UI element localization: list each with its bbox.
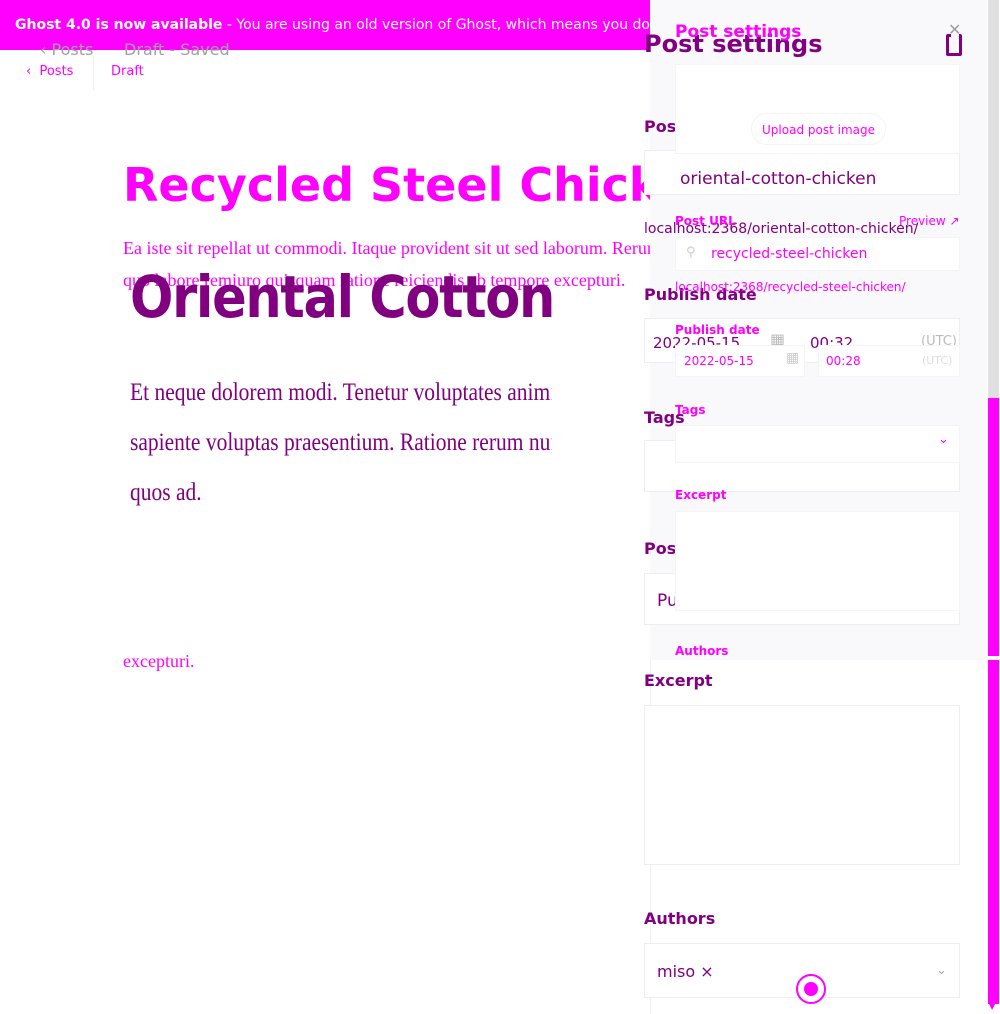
tags-input[interactable] (675, 425, 960, 463)
excerpt-label: Excerpt (644, 671, 713, 690)
scrollbar-thumb[interactable] (988, 398, 999, 656)
excerpt-textarea[interactable] (644, 705, 960, 865)
scroll-down-arrow[interactable]: ▼ (989, 646, 995, 655)
calendar-icon[interactable]: ▦ (786, 350, 799, 366)
post-body-line: Et neque dolorem modi. Tenetur voluptate… (130, 379, 552, 406)
timezone: (UTC) (922, 354, 953, 367)
author-name: miso (657, 962, 696, 981)
scroll-down-arrow[interactable]: ▼ (989, 1002, 995, 1011)
scrollbar-thumb-lower[interactable] (988, 660, 999, 1004)
tags-label: Tags (675, 403, 706, 417)
banner-title: Ghost 4.0 is now available (15, 17, 223, 33)
back-to-posts-link[interactable]: ‹ Posts (26, 64, 73, 79)
chevron-down-icon: ⌄ (936, 963, 947, 978)
settings-title: Post settings (675, 22, 802, 42)
post-url-label: Post URL (675, 214, 736, 228)
scrollbar-track-gray (988, 0, 999, 398)
post-title[interactable]: Oriental Cotton Chicken (130, 263, 561, 331)
upload-image-button[interactable]: Upload post image (751, 113, 886, 145)
chevron-down-icon[interactable]: ⌄ (938, 432, 949, 447)
back-label: Posts (39, 64, 74, 79)
excerpt-textarea-overlay[interactable] (675, 511, 960, 611)
post-title-ghost: Recycled Steel Chicken (123, 158, 653, 212)
post-status: Draft (111, 64, 144, 79)
banner-message: - You are using an old version of Ghost,… (226, 17, 650, 33)
ghost-back-label: Posts (51, 40, 94, 59)
authors-label: Authors (644, 909, 716, 928)
post-body-line: sapiente voluptas praesentium. Ratione r… (130, 429, 551, 456)
record-icon[interactable] (796, 974, 826, 1004)
post-body-tail: excepturi. (123, 651, 195, 671)
preview-link[interactable]: Preview ↗ (899, 214, 960, 228)
post-url-value-ghost: oriental-cotton-chicken (680, 169, 877, 189)
close-icon[interactable]: ✕ (948, 20, 961, 39)
publish-date-label: Publish date (675, 323, 760, 337)
ghost-back-link: ‹ Posts (40, 40, 94, 59)
link-icon: ⚲ (686, 245, 696, 260)
post-body-line: quos ad. (130, 479, 202, 506)
ghost-save-status: Draft - Saved (124, 40, 230, 59)
excerpt-label-overlay: Excerpt (675, 488, 727, 502)
update-banner[interactable]: Ghost 4.0 is now available - You are usi… (0, 0, 650, 50)
date-value: 2022-05-15 (684, 354, 754, 368)
author-tag[interactable]: miso × (657, 962, 714, 981)
author-remove-icon[interactable]: × (700, 962, 713, 981)
header-divider (93, 56, 94, 90)
post-url-value: recycled-steel-chicken (711, 246, 868, 262)
post-body[interactable]: Et neque dolorem modi. Tenetur voluptate… (130, 368, 551, 518)
post-url-full: localhost:2368/recycled-steel-chicken/ (675, 280, 906, 294)
authors-label-overlay: Authors (675, 644, 729, 658)
preview-label: Preview (899, 214, 946, 228)
time-value: 00:28 (826, 354, 861, 368)
